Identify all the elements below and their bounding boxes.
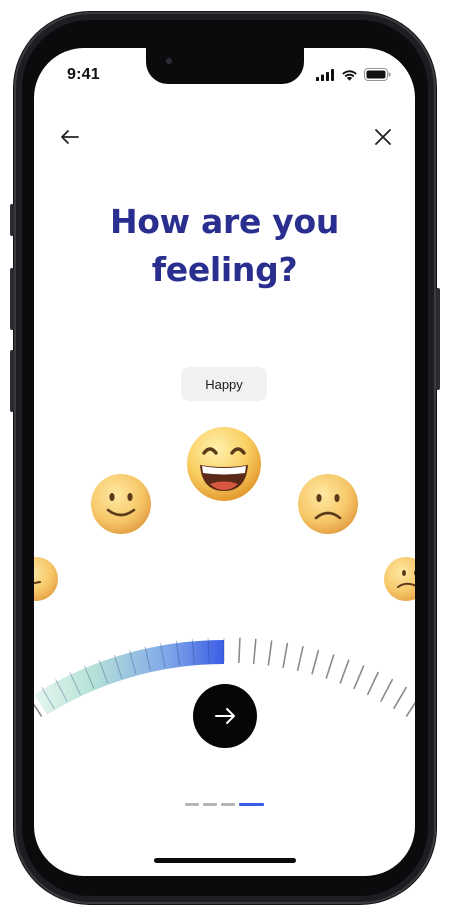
page-indicator — [185, 803, 264, 806]
selected-mood-label: Happy — [181, 367, 267, 401]
status-time: 9:41 — [67, 66, 100, 83]
home-indicator — [154, 858, 296, 863]
dial-tick — [267, 640, 273, 666]
page-title: How are you feeling? — [34, 198, 415, 294]
wifi-icon — [342, 69, 357, 81]
volume-up-button — [10, 268, 14, 330]
page-dot-4-active — [239, 803, 264, 806]
power-button — [436, 288, 440, 390]
dial-tick — [339, 659, 350, 684]
app-screen: 9:41 How are you feeling? Happy — [34, 48, 415, 876]
grinning-face-selected-icon[interactable] — [184, 425, 264, 503]
page-dot-1 — [185, 803, 199, 806]
front-camera — [166, 58, 172, 64]
page-title-line-2: feeling? — [151, 250, 298, 289]
status-icons — [316, 68, 391, 81]
dial-tick — [238, 637, 241, 664]
dial-tick — [405, 701, 415, 717]
dial-tick — [325, 654, 335, 679]
close-icon — [375, 129, 391, 145]
dial-tick — [393, 686, 407, 709]
next-button[interactable] — [193, 684, 257, 748]
dial-tick — [282, 642, 289, 669]
dial-tick — [252, 638, 257, 665]
notch — [146, 48, 304, 84]
dial-tick — [366, 671, 379, 696]
close-button[interactable] — [369, 123, 397, 151]
back-button[interactable] — [56, 123, 84, 151]
slightly-smiling-face-icon[interactable] — [89, 472, 153, 536]
mute-switch — [10, 204, 14, 236]
cellular-signal-icon — [316, 68, 334, 81]
dial-tick — [296, 645, 304, 671]
arrow-right-icon — [215, 708, 235, 724]
page-title-line-1: How are you — [109, 202, 340, 241]
frowning-face-icon[interactable] — [296, 472, 360, 536]
page-dot-3 — [221, 803, 235, 806]
volume-down-button — [10, 350, 14, 412]
arrow-left-icon — [61, 130, 79, 144]
battery-icon — [364, 68, 391, 81]
dial-tick — [311, 649, 320, 675]
dial-tick — [353, 665, 365, 690]
page-dot-2 — [203, 803, 217, 806]
dial-tick — [380, 678, 394, 702]
